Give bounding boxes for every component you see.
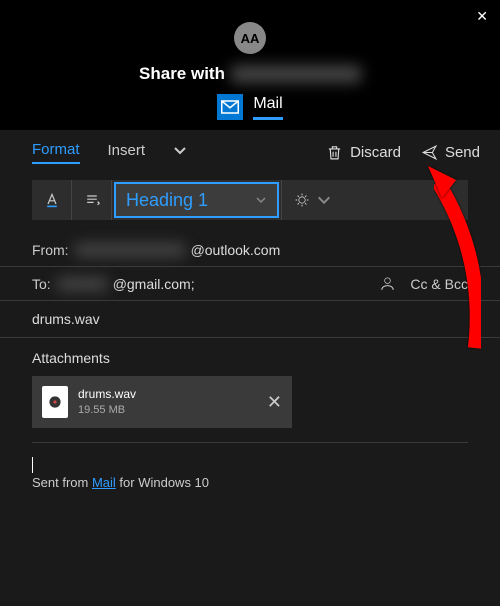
signature-suffix: for Windows 10 [116, 475, 209, 490]
discard-button[interactable]: Discard [326, 144, 401, 161]
send-icon [421, 144, 438, 161]
remove-attachment-button[interactable]: ✕ [267, 392, 282, 413]
to-domain: @gmail.com; [113, 276, 195, 292]
format-toolbar: Heading 1 [32, 180, 468, 220]
mail-app-icon[interactable] [217, 94, 243, 120]
cc-bcc-toggle[interactable]: Cc & Bcc [379, 275, 468, 292]
send-button[interactable]: Send [421, 144, 480, 161]
chevron-down-icon [255, 194, 267, 206]
subject-field[interactable]: drums.wav [0, 301, 500, 338]
trash-icon [326, 144, 343, 161]
from-address-redacted [75, 243, 185, 257]
tab-mail[interactable]: Mail [253, 95, 282, 120]
to-address-redacted [57, 277, 107, 291]
share-target-redacted [231, 65, 361, 83]
attachment-info: drums.wav 19.55 MB [78, 387, 136, 417]
style-select[interactable]: Heading 1 [114, 182, 279, 218]
attachment-name: drums.wav [78, 387, 136, 403]
chevron-down-icon [316, 192, 332, 208]
to-row[interactable]: To: @gmail.com; Cc & Bcc [0, 267, 500, 301]
cc-bcc-label: Cc & Bcc [410, 276, 468, 292]
divider [32, 442, 468, 443]
share-prefix: Share with [139, 64, 225, 84]
from-row: From: @outlook.com [0, 234, 500, 267]
brightness-button[interactable] [281, 180, 344, 220]
sun-icon [294, 192, 310, 208]
attachment-size: 19.55 MB [78, 403, 136, 417]
avatar: AA [234, 22, 266, 54]
ribbon-tabs: Format Insert Discard Send [0, 130, 500, 174]
audio-file-icon [42, 386, 68, 418]
font-color-button[interactable] [32, 180, 72, 220]
person-icon [379, 275, 396, 292]
share-title: Share with [139, 64, 361, 84]
from-label: From: [32, 242, 69, 258]
tab-insert[interactable]: Insert [108, 142, 146, 163]
to-label: To: [32, 276, 51, 292]
attachments-heading: Attachments [0, 338, 500, 376]
from-domain: @outlook.com [191, 242, 281, 258]
signature: Sent from Mail for Windows 10 [0, 475, 500, 490]
compose-pane: Format Insert Discard Send Heading 1 [0, 130, 500, 606]
discard-label: Discard [350, 144, 401, 161]
body-editor[interactable] [0, 457, 500, 475]
send-label: Send [445, 144, 480, 161]
signature-link[interactable]: Mail [92, 475, 116, 490]
app-tabs: Mail [217, 94, 282, 120]
share-header: ✕ AA Share with Mail [0, 0, 500, 130]
tab-format[interactable]: Format [32, 141, 80, 164]
paragraph-button[interactable] [72, 180, 112, 220]
signature-prefix: Sent from [32, 475, 92, 490]
close-button[interactable]: ✕ [476, 8, 488, 25]
style-select-value: Heading 1 [126, 190, 208, 211]
attachment-item[interactable]: drums.wav 19.55 MB ✕ [32, 376, 292, 428]
more-tabs-chevron-icon[interactable] [173, 143, 187, 162]
